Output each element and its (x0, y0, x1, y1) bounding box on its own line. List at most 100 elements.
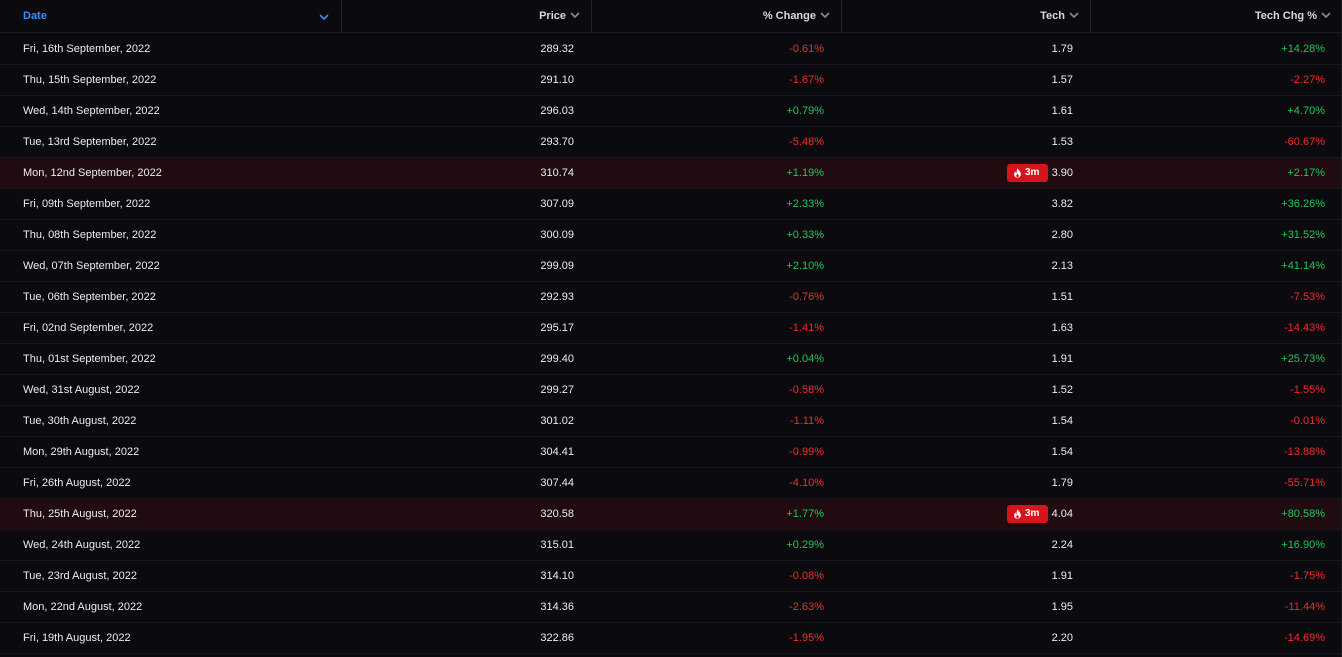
table-row[interactable]: Wed, 31st August, 2022 299.27 -0.58% 1.52 -1… (0, 375, 1342, 406)
cell-date: Tue, 23rd August, 2022 (23, 570, 137, 582)
cell-price: 299.40 (540, 353, 574, 365)
cell-tech: 1.91 (1051, 353, 1073, 365)
cell-price: 292.93 (540, 291, 574, 303)
cell-price: 296.03 (540, 105, 574, 117)
table-row[interactable]: Thu, 08th September, 2022 300.09 +0.33% 2.8… (0, 220, 1342, 251)
cell-date: Fri, 16th September, 2022 (23, 43, 151, 55)
column-header-price[interactable]: Price (341, 0, 591, 32)
cell-price: 289.32 (540, 43, 574, 55)
cell-tech: 4.04 (1051, 508, 1073, 520)
cell-tech: 3.90 (1051, 167, 1073, 179)
cell-tech-chg: -1.55% (1290, 384, 1325, 396)
cell-date: Fri, 19th August, 2022 (23, 632, 131, 644)
cell-change: -1.11% (789, 415, 824, 427)
cell-change: -1.41% (789, 322, 824, 334)
cell-change: -0.99% (789, 446, 824, 458)
cell-tech-chg: +36.26% (1281, 198, 1325, 210)
cell-tech-chg: +41.14% (1281, 260, 1325, 272)
cell-tech-chg: +14.28% (1281, 43, 1325, 55)
sort-chevron-down-icon (1069, 12, 1079, 18)
cell-change: -5.48% (789, 136, 824, 148)
cell-tech-chg: -13.88% (1284, 446, 1325, 458)
column-header-label: Tech Chg % (1254, 10, 1317, 22)
cell-tech: 1.61 (1051, 105, 1073, 117)
table-row[interactable]: Fri, 02nd September, 2022 295.17 -1.41% 1.6… (0, 313, 1342, 344)
cell-date: Mon, 12nd September, 2022 (23, 167, 162, 179)
cell-change: +0.79% (786, 105, 824, 117)
cell-date: Fri, 09th September, 2022 (23, 198, 151, 210)
cell-tech: 1.57 (1051, 74, 1073, 86)
cell-change: +1.77% (786, 508, 824, 520)
cell-price: 314.36 (540, 601, 574, 613)
column-header-tech-chg[interactable]: Tech Chg % (1090, 0, 1342, 32)
table-row[interactable]: Tue, 13rd September, 2022 293.70 -5.48% 1.5… (0, 127, 1342, 158)
cell-tech-chg: -14.69% (1284, 632, 1325, 644)
cell-change: -0.61% (789, 43, 824, 55)
table-row[interactable]: Fri, 09th September, 2022 307.09 +2.33% 3.8… (0, 189, 1342, 220)
cell-tech-chg: +4.70% (1287, 105, 1325, 117)
table-row[interactable]: Mon, 29th August, 2022 304.41 -0.99% 1.54 -1… (0, 437, 1342, 468)
cell-date: Mon, 22nd August, 2022 (23, 601, 143, 613)
table-row[interactable]: Fri, 16th September, 2022 289.32 -0.61% 1.7… (0, 34, 1342, 65)
cell-change: -1.95% (789, 632, 824, 644)
cell-change: +1.19% (786, 167, 824, 179)
column-header-label: Price (539, 10, 566, 22)
table-row[interactable]: Wed, 24th August, 2022 315.01 +0.29% 2.24 +1… (0, 530, 1342, 561)
cell-date: Tue, 30th August, 2022 (23, 415, 137, 427)
alert-badge[interactable]: 3m (1007, 164, 1048, 182)
cell-tech: 1.51 (1051, 291, 1073, 303)
cell-tech: 1.53 (1051, 136, 1073, 148)
sort-chevron-down-icon (820, 12, 830, 18)
cell-change: -1.67% (789, 74, 824, 86)
table-row[interactable]: Wed, 14th September, 2022 296.03 +0.79% 1.6… (0, 96, 1342, 127)
cell-change: -0.76% (789, 291, 824, 303)
column-header-label: Tech (1040, 10, 1065, 22)
cell-change: +0.33% (786, 229, 824, 241)
cell-tech: 1.79 (1051, 43, 1073, 55)
cell-tech: 1.54 (1051, 446, 1073, 458)
cell-date: Wed, 14th September, 2022 (23, 105, 160, 117)
column-header-date[interactable]: Date (0, 0, 341, 32)
table-row[interactable]: Thu, 25th August, 2022 320.58 +1.77% 4.04 +8… (0, 499, 1342, 530)
table-row[interactable]: Tue, 06th September, 2022 292.93 -0.76% 1.5… (0, 282, 1342, 313)
column-header-label: Date (23, 10, 47, 22)
cell-tech-chg: -11.44% (1284, 601, 1325, 613)
cell-price: 301.02 (540, 415, 574, 427)
cell-change: -4.10% (789, 477, 824, 489)
cell-date: Wed, 31st August, 2022 (23, 384, 140, 396)
table-row[interactable]: Wed, 07th September, 2022 299.09 +2.10% 2.1… (0, 251, 1342, 282)
table-row[interactable]: Fri, 19th August, 2022 322.86 -1.95% 2.20 -1… (0, 623, 1342, 654)
table-row[interactable]: Tue, 30th August, 2022 301.02 -1.11% 1.54 -0… (0, 406, 1342, 437)
fire-icon (1014, 509, 1021, 519)
column-header-change[interactable]: % Change (591, 0, 841, 32)
table-row[interactable]: Thu, 15th September, 2022 291.10 -1.67% 1.5… (0, 65, 1342, 96)
table-row[interactable]: Mon, 12nd September, 2022 310.74 +1.19% 3.9… (0, 158, 1342, 189)
table-row[interactable]: Mon, 22nd August, 2022 314.36 -2.63% 1.95 -1… (0, 592, 1342, 623)
cell-tech-chg: -55.71% (1284, 477, 1325, 489)
cell-price: 320.58 (540, 508, 574, 520)
cell-tech: 2.13 (1051, 260, 1073, 272)
cell-change: +0.29% (786, 539, 824, 551)
cell-tech: 1.79 (1051, 477, 1073, 489)
table-row[interactable]: Fri, 26th August, 2022 307.44 -4.10% 1.79 -5… (0, 468, 1342, 499)
cell-price: 300.09 (540, 229, 574, 241)
column-header-tech[interactable]: Tech (841, 0, 1090, 32)
table-row[interactable]: Thu, 01st September, 2022 299.40 +0.04% 1.9… (0, 344, 1342, 375)
cell-tech: 1.95 (1051, 601, 1073, 613)
column-header-label: % Change (762, 10, 816, 22)
cell-tech-chg: +25.73% (1281, 353, 1325, 365)
cell-price: 295.17 (540, 322, 574, 334)
cell-price: 291.10 (540, 74, 574, 86)
table-row[interactable]: Tue, 23rd August, 2022 314.10 -0.08% 1.91 -1… (0, 561, 1342, 592)
alert-badge[interactable]: 3m (1007, 505, 1048, 523)
cell-tech: 1.63 (1051, 322, 1073, 334)
cell-tech: 2.24 (1051, 539, 1073, 551)
cell-price: 293.70 (540, 136, 574, 148)
cell-tech: 1.91 (1051, 570, 1073, 582)
fire-icon (1014, 168, 1021, 178)
sort-chevron-down-icon (319, 14, 329, 20)
cell-date: Fri, 02nd September, 2022 (23, 322, 154, 334)
cell-price: 315.01 (540, 539, 574, 551)
cell-change: +2.10% (786, 260, 824, 272)
cell-tech-chg: -14.43% (1284, 322, 1325, 334)
